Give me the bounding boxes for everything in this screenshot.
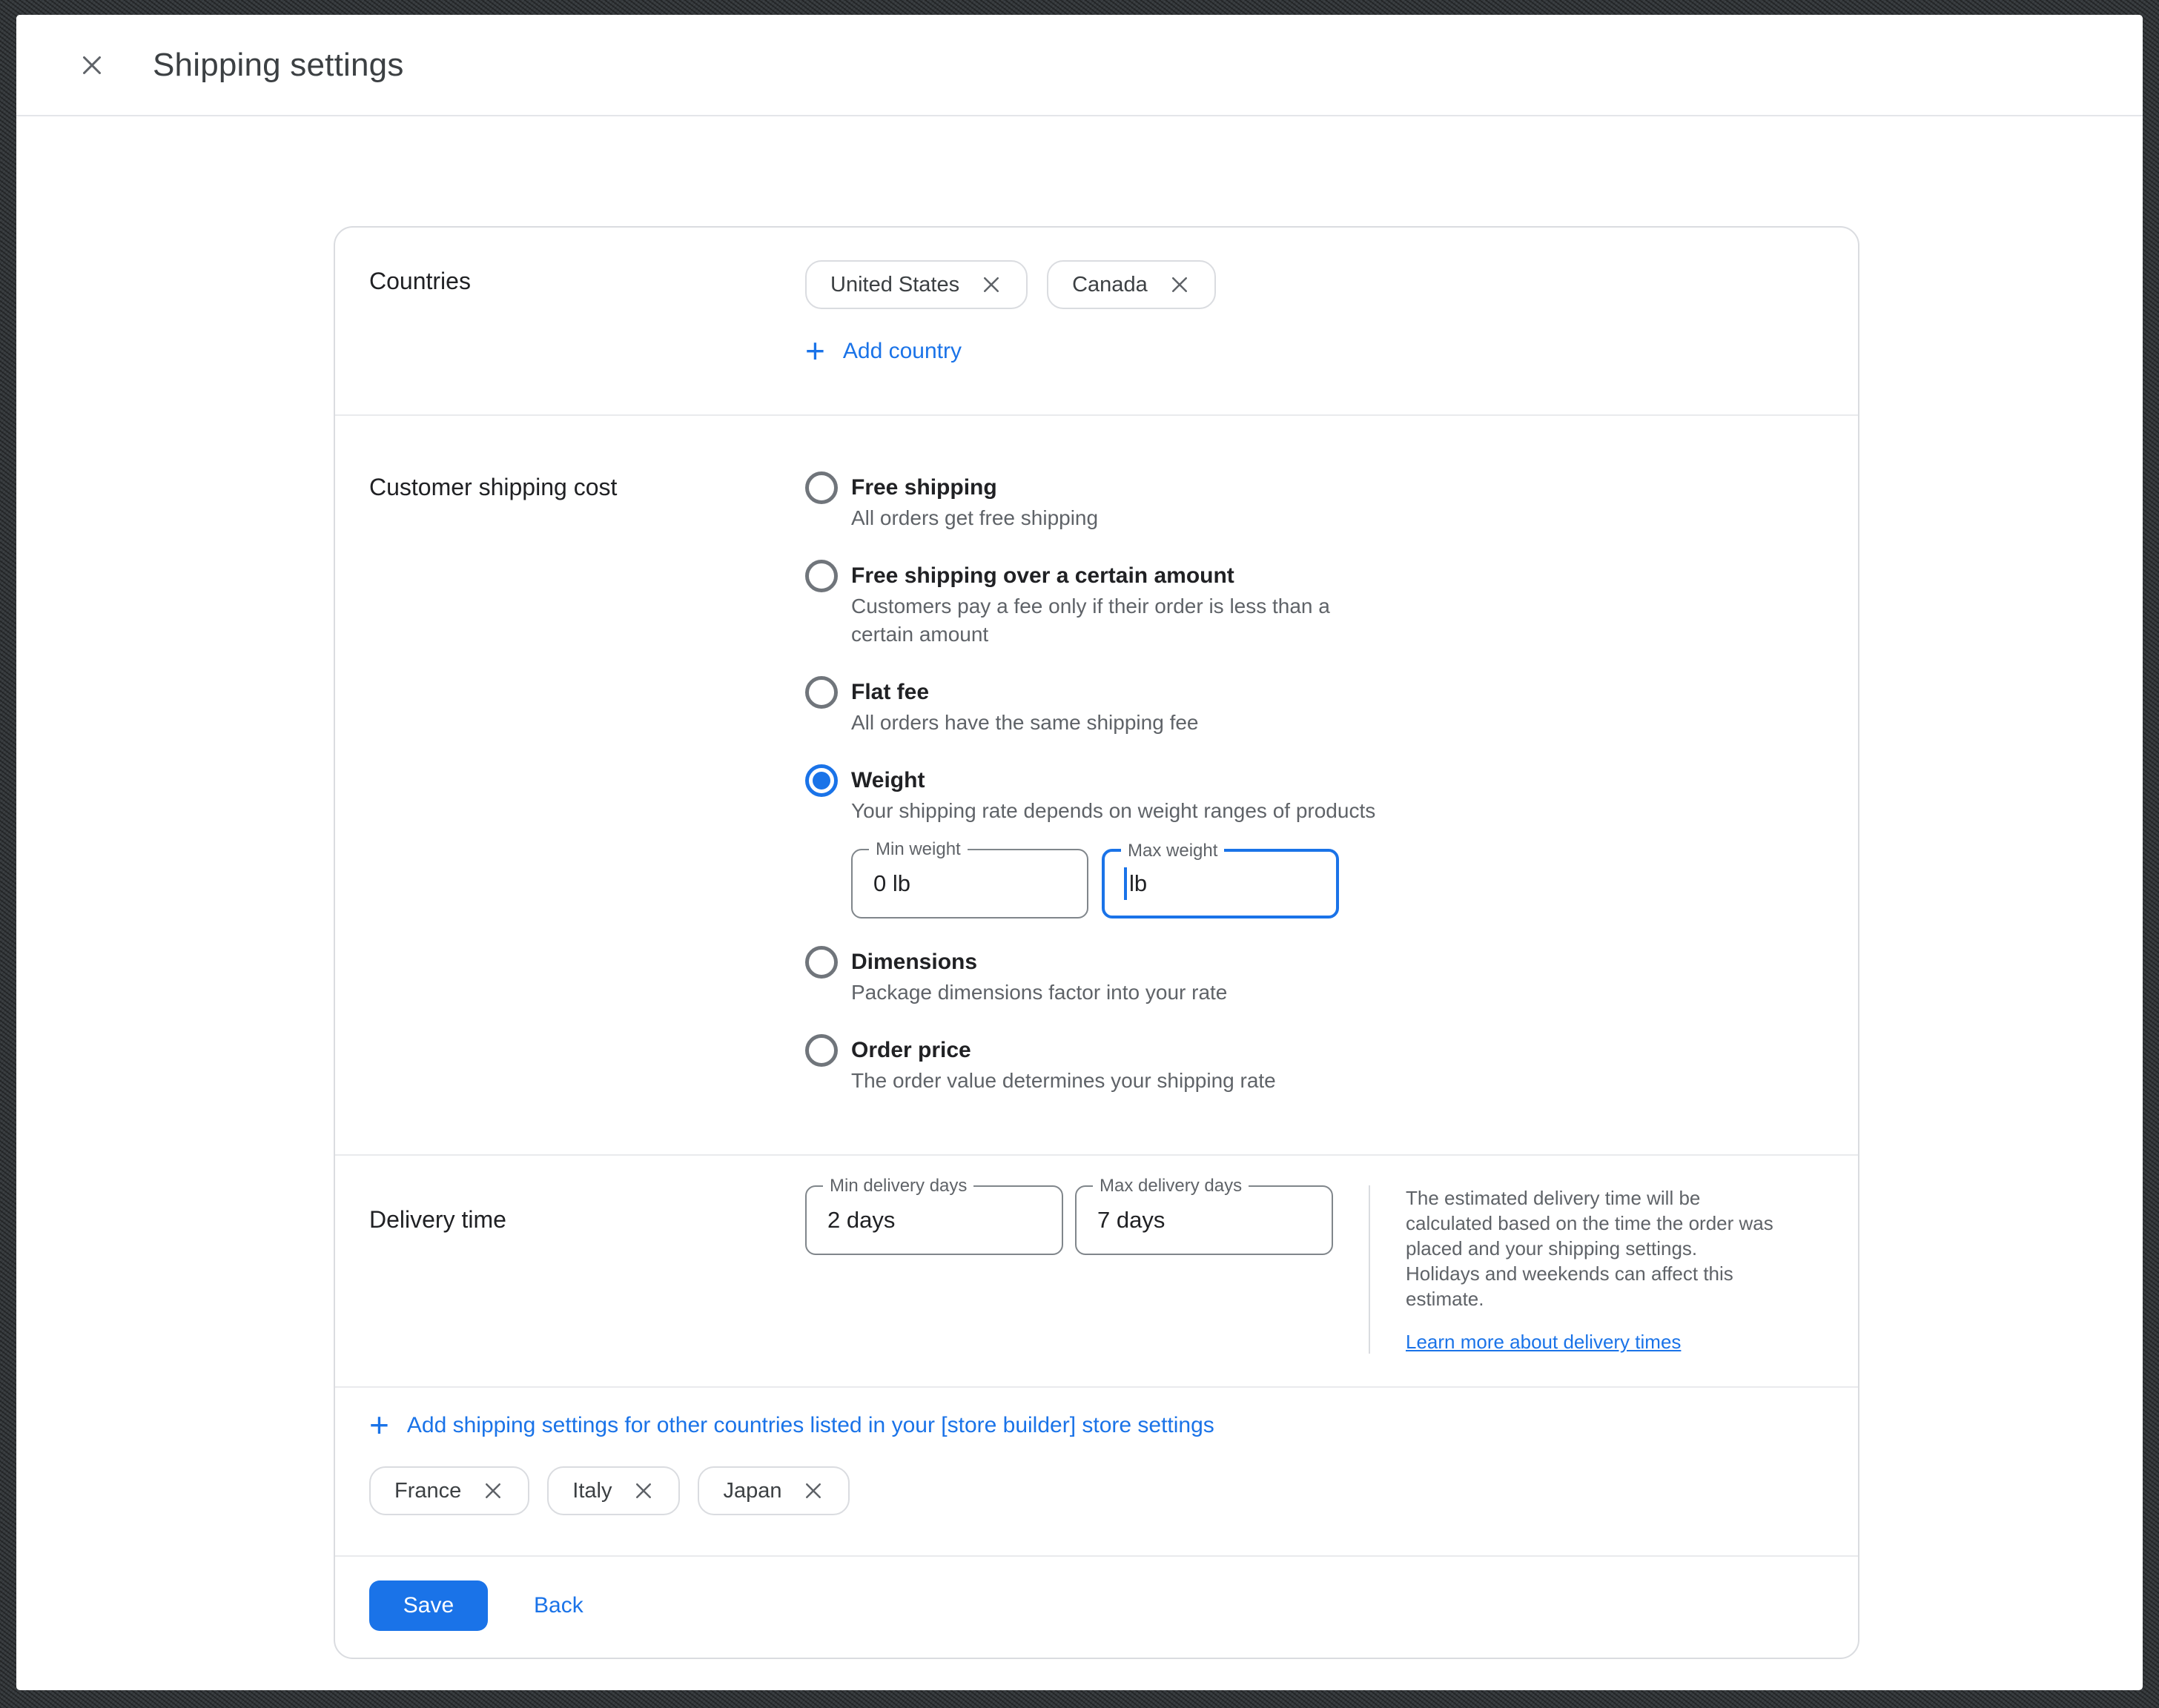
countries-content: United States Canada — [805, 260, 1216, 367]
option-description: All orders get free shipping — [851, 504, 1098, 532]
shipping-cost-options: Free shipping All orders get free shippi… — [805, 474, 1375, 1095]
learn-more-delivery-times-link[interactable]: Learn more about delivery times — [1406, 1331, 1681, 1354]
add-country-button[interactable]: + Add country — [805, 339, 962, 364]
radio-dimensions[interactable] — [805, 946, 838, 979]
delivery-fields: Min delivery days 2 days Max delivery da… — [805, 1185, 1369, 1354]
option-dimensions[interactable]: Dimensions Package dimensions factor int… — [805, 948, 1375, 1007]
close-icon — [79, 52, 105, 79]
chip-label: Canada — [1072, 273, 1148, 297]
close-icon[interactable] — [1168, 274, 1191, 296]
other-countries-section: + Add shipping settings for other countr… — [335, 1388, 1858, 1555]
chip-label: Japan — [723, 1479, 781, 1503]
shipping-cost-label: Customer shipping cost — [369, 474, 805, 1095]
radio-free-shipping-over-amount[interactable] — [805, 560, 838, 592]
option-free-shipping-over-amount[interactable]: Free shipping over a certain amount Cust… — [805, 562, 1375, 649]
option-title: Free shipping over a certain amount — [851, 562, 1330, 590]
add-other-countries-label: Add shipping settings for other countrie… — [407, 1413, 1214, 1438]
min-weight-label: Min weight — [869, 839, 968, 860]
radio-weight[interactable] — [805, 764, 838, 797]
max-weight-value: lb — [1129, 870, 1147, 897]
max-delivery-days-field[interactable]: Max delivery days 7 days — [1075, 1185, 1333, 1255]
country-chip-japan[interactable]: Japan — [698, 1466, 850, 1515]
option-free-shipping[interactable]: Free shipping All orders get free shippi… — [805, 474, 1375, 532]
radio-order-price[interactable] — [805, 1034, 838, 1067]
max-weight-label: Max weight — [1121, 841, 1224, 861]
save-button[interactable]: Save — [369, 1580, 488, 1631]
country-chip-france[interactable]: France — [369, 1466, 529, 1515]
add-other-countries-button[interactable]: + Add shipping settings for other countr… — [369, 1413, 1214, 1438]
min-weight-value: 0 lb — [873, 870, 910, 897]
option-title: Free shipping — [851, 474, 1098, 502]
close-icon[interactable] — [632, 1480, 655, 1502]
min-delivery-days-field[interactable]: Min delivery days 2 days — [805, 1185, 1063, 1255]
min-weight-field[interactable]: Min weight 0 lb — [851, 849, 1088, 918]
dialog-footer: Save Back — [335, 1557, 1858, 1658]
delivery-time-section: Delivery time Min delivery days 2 days M… — [335, 1156, 1858, 1386]
delivery-note-text: The estimated delivery time will be calc… — [1406, 1185, 1824, 1311]
radio-flat-fee[interactable] — [805, 676, 838, 709]
chip-label: France — [394, 1479, 461, 1503]
min-delivery-days-value: 2 days — [827, 1207, 895, 1234]
shipping-cost-section: Customer shipping cost Free shipping All… — [335, 416, 1858, 1154]
delivery-time-label: Delivery time — [369, 1185, 805, 1354]
max-weight-field[interactable]: Max weight lb — [1102, 849, 1339, 918]
countries-label: Countries — [369, 260, 805, 367]
max-delivery-days-value: 7 days — [1097, 1207, 1165, 1234]
countries-section: Countries United States Canada — [335, 228, 1858, 414]
country-chips: United States Canada — [805, 260, 1216, 309]
option-description: All orders have the same shipping fee — [851, 709, 1199, 737]
option-order-price[interactable]: Order price The order value determines y… — [805, 1036, 1375, 1095]
dialog-title: Shipping settings — [153, 47, 404, 84]
country-chip-canada[interactable]: Canada — [1047, 260, 1216, 309]
close-icon[interactable] — [482, 1480, 504, 1502]
close-button[interactable] — [71, 44, 113, 86]
settings-card: Countries United States Canada — [334, 226, 1859, 1659]
option-title: Flat fee — [851, 678, 1199, 706]
plus-icon: + — [369, 1412, 389, 1437]
country-chip-united-states[interactable]: United States — [805, 260, 1028, 309]
radio-free-shipping[interactable] — [805, 471, 838, 504]
option-description: Customers pay a fee only if their order … — [851, 592, 1330, 649]
dialog-header: Shipping settings — [16, 15, 2143, 116]
close-icon[interactable] — [980, 274, 1002, 296]
min-delivery-days-label: Min delivery days — [823, 1176, 973, 1196]
other-country-chips: France Italy Japan — [369, 1466, 1824, 1515]
chip-label: Italy — [572, 1479, 612, 1503]
add-country-label: Add country — [843, 339, 962, 364]
option-title: Weight — [851, 767, 1375, 795]
option-description: Your shipping rate depends on weight ran… — [851, 797, 1375, 825]
max-delivery-days-label: Max delivery days — [1093, 1176, 1249, 1196]
option-description: Package dimensions factor into your rate — [851, 979, 1227, 1007]
option-weight[interactable]: Weight Your shipping rate depends on wei… — [805, 767, 1375, 918]
dialog-body: Countries United States Canada — [16, 116, 2143, 1659]
option-flat-fee[interactable]: Flat fee All orders have the same shippi… — [805, 678, 1375, 737]
text-cursor — [1124, 867, 1127, 900]
chip-label: United States — [830, 273, 959, 297]
shipping-settings-dialog: Shipping settings Countries United State… — [16, 15, 2143, 1690]
close-icon[interactable] — [802, 1480, 824, 1502]
option-description: The order value determines your shipping… — [851, 1067, 1276, 1095]
country-chip-italy[interactable]: Italy — [547, 1466, 680, 1515]
option-title: Dimensions — [851, 948, 1227, 976]
option-title: Order price — [851, 1036, 1276, 1065]
delivery-time-note: The estimated delivery time will be calc… — [1369, 1185, 1824, 1354]
plus-icon: + — [805, 338, 825, 363]
weight-fields: Min weight 0 lb Max weight lb — [851, 849, 1375, 918]
back-button[interactable]: Back — [534, 1593, 583, 1618]
